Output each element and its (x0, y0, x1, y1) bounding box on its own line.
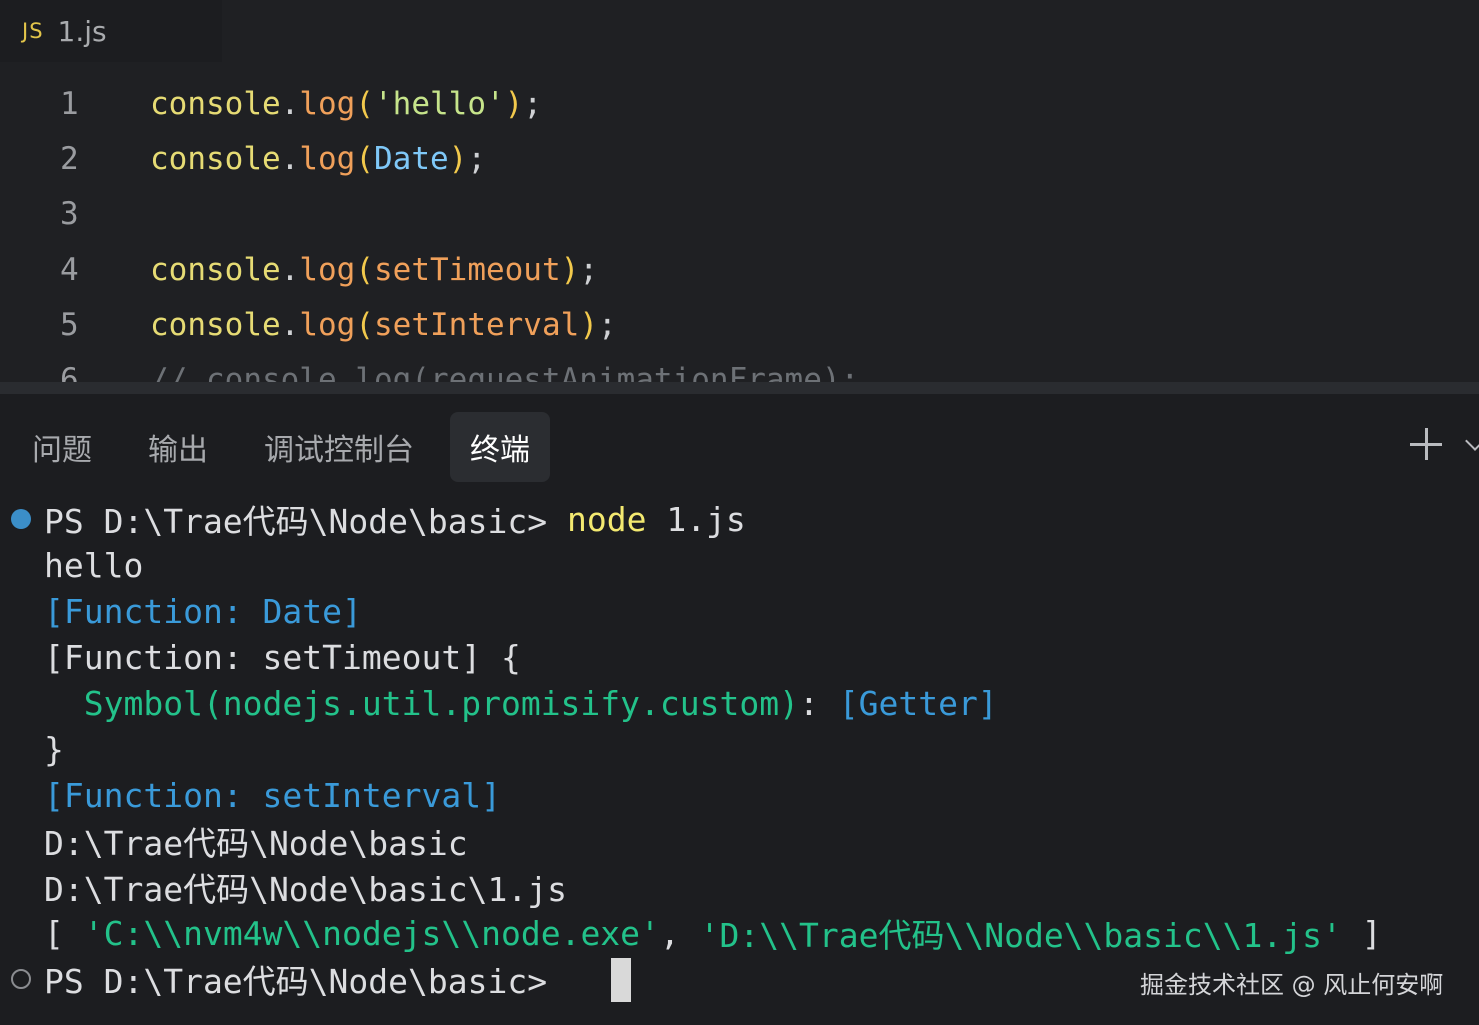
editor-tab[interactable]: JS 1.js (0, 0, 222, 62)
code-token: ( (355, 141, 374, 177)
code-token: ) (504, 86, 524, 122)
code-line[interactable]: 3 (0, 186, 1479, 242)
code-token: ) (448, 141, 468, 177)
code-token: ( (355, 252, 374, 288)
line-number: 4 (60, 252, 79, 288)
terminal-token: 1.js (646, 499, 746, 539)
code-token: 'hello' (374, 86, 505, 122)
terminal-cursor (611, 958, 631, 1002)
line-number: 5 (60, 307, 79, 343)
code-line[interactable]: 2 console.log(Date); (0, 131, 1479, 187)
code-token: . (280, 141, 300, 177)
code-line[interactable]: 4 console.log(setTimeout); (0, 242, 1479, 298)
code-line[interactable]: 5 console.log(setInterval); (0, 297, 1479, 353)
code-token: console (150, 86, 281, 122)
line-number: 3 (60, 196, 79, 232)
code-token: ; (523, 86, 542, 122)
code-token: console (150, 307, 281, 343)
code-token: ; (597, 307, 617, 343)
command-status-icon[interactable] (11, 509, 31, 529)
terminal-token: [Getter] (838, 683, 998, 723)
code-token: ( (355, 86, 374, 122)
js-file-icon: JS (22, 19, 44, 43)
terminal-line: [Function: Date] (44, 588, 362, 634)
terminal-token: hello (44, 545, 144, 585)
terminal-token: Symbol(nodejs.util.promisify.custom) (44, 683, 799, 723)
tab-filename: 1.js (57, 14, 107, 48)
terminal-line: D:\Trae代码\Node\basic (44, 818, 468, 864)
terminal-token: ] (1341, 913, 1382, 953)
code-token: // console.log(requestAnimationFrame); (150, 362, 860, 382)
terminal-line: PS D:\Trae代码\Node\basic> node 1.js (44, 496, 746, 542)
panel-resize-handle[interactable] (0, 382, 1479, 394)
command-status-icon[interactable] (11, 969, 31, 989)
code-token: console (150, 141, 281, 177)
terminal-line: hello (44, 542, 143, 588)
code-text: console.log(setTimeout); (150, 252, 598, 288)
terminal-token: 'C:\\nvm4w\\nodejs\\node.exe' (83, 913, 660, 953)
code-token: ; (467, 141, 486, 177)
plus-icon[interactable] (1410, 428, 1442, 460)
terminal-line: [Function: setTimeout] { (44, 634, 521, 680)
code-text: console.log(Date); (150, 141, 486, 177)
code-token: . (280, 307, 300, 343)
code-line[interactable]: 1 console.log('hello'); (0, 76, 1479, 132)
terminal-line: [ 'C:\\nvm4w\\nodejs\\node.exe', 'D:\\Tr… (44, 910, 1382, 956)
code-token: ) (560, 252, 580, 288)
terminal-token: node (566, 499, 647, 539)
terminal-token: PS D:\Trae代码\Node\basic> (44, 962, 567, 1001)
code-token: ; (579, 252, 598, 288)
terminal-line: [Function: setInterval] (44, 772, 501, 818)
code-token: console (150, 252, 281, 288)
terminal-line: Symbol(nodejs.util.promisify.custom): [G… (44, 680, 998, 726)
terminal-line: } (44, 726, 64, 772)
terminal-token: [Function: setTimeout] { (44, 637, 521, 677)
chevron-down-icon[interactable] (1465, 431, 1479, 451)
code-token: log (299, 86, 356, 122)
code-token: setTimeout (374, 252, 561, 288)
terminal-token: [Function: Date] (44, 591, 362, 631)
code-text: // console.log(requestAnimationFrame); (150, 362, 859, 382)
code-token: Date (374, 141, 449, 177)
line-number: 2 (60, 141, 79, 177)
code-line[interactable]: 6 // console.log(requestAnimationFrame); (0, 352, 1479, 382)
code-token: log (299, 252, 356, 288)
line-number: 6 (60, 362, 79, 382)
terminal-line: D:\Trae代码\Node\basic\1.js (44, 864, 567, 910)
code-token: ( (355, 307, 374, 343)
code-token: . (280, 86, 300, 122)
code-token: setInterval (374, 307, 580, 343)
terminal-token: 'D:\\Trae代码\\Node\\basic\\1.js' (699, 916, 1342, 955)
code-token: ) (579, 307, 598, 343)
bottom-panel: 问题 输出 调试控制台 终端 PS D:\Trae代码\Node\basic> … (0, 394, 1479, 1025)
tab-problems[interactable]: 问题 (14, 412, 110, 482)
code-token: log (299, 307, 356, 343)
tab-output[interactable]: 输出 (130, 412, 226, 482)
terminal-token: PS D:\Trae代码\Node\basic> (44, 502, 567, 541)
tab-terminal[interactable]: 终端 (450, 412, 550, 482)
watermark: 掘金技术社区 @ 风止何安啊 (1140, 970, 1444, 999)
ide-window: JS 1.js 1 console.log('hello'); 2 console.l… (0, 0, 1479, 1025)
line-number: 1 (60, 86, 79, 122)
code-editor[interactable]: JS 1.js 1 console.log('hello'); 2 console.l… (0, 0, 1479, 382)
terminal-token: , (659, 913, 700, 953)
code-token: . (280, 252, 300, 288)
terminal-token: D:\Trae代码\Node\basic (44, 824, 468, 863)
terminal-token: [Function: setInterval] (44, 775, 501, 815)
code-text: console.log(setInterval); (150, 307, 617, 343)
terminal-token: D:\Trae代码\Node\basic\1.js (44, 870, 567, 909)
terminal-token: } (44, 729, 64, 769)
terminal-token: : (798, 683, 839, 723)
terminal-token: [ (44, 913, 84, 953)
code-text: console.log('hello'); (150, 86, 542, 122)
tab-debug-console[interactable]: 调试控制台 (246, 412, 432, 482)
terminal-line: PS D:\Trae代码\Node\basic> (44, 956, 567, 1002)
code-token: log (299, 141, 356, 177)
